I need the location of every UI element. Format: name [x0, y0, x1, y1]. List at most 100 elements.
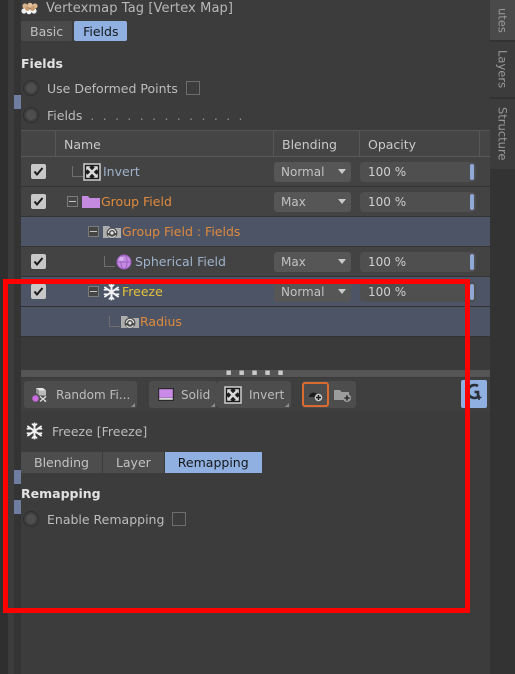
- opacity-value: 100 %: [368, 284, 407, 299]
- opacity-slider-marker[interactable]: [470, 283, 474, 300]
- solid-layer-button[interactable]: Solid: [149, 381, 217, 408]
- tab-layer[interactable]: Layer: [102, 452, 164, 473]
- row-extra-cell: [480, 217, 490, 247]
- chevron-down-icon: [338, 289, 346, 294]
- solid-layer-label: Solid: [181, 387, 211, 402]
- layer-enabled-checkbox[interactable]: [31, 284, 46, 299]
- layer-enabled-checkbox[interactable]: [31, 164, 46, 179]
- option-label: Use Deformed Points: [47, 80, 178, 96]
- layer-name: Invert: [103, 164, 140, 179]
- option-use-deformed-points[interactable]: Use Deformed Points: [23, 80, 200, 96]
- enable-remapping-checkbox[interactable]: [172, 512, 187, 526]
- row-blending-cell[interactable]: Normal: [274, 157, 360, 187]
- row-opacity-cell[interactable]: 100 %: [360, 247, 480, 277]
- right-tab-rail: utes Layers Structure: [490, 0, 515, 674]
- row-name-cell[interactable]: Group Field : Fields: [56, 217, 274, 247]
- chevron-down-icon: [338, 199, 346, 204]
- scrollbar-marker-3[interactable]: [14, 500, 21, 514]
- row-name-cell[interactable]: Freeze: [56, 277, 274, 307]
- opacity-field[interactable]: 100 %: [360, 191, 476, 212]
- vertexmap-tag-icon: [21, 1, 41, 15]
- scrollbar-marker-1[interactable]: [14, 95, 21, 109]
- collapse-expander[interactable]: [88, 226, 99, 237]
- add-layer-button[interactable]: [302, 382, 329, 407]
- table-row[interactable]: Group Field : Fields: [21, 217, 490, 247]
- row-name-cell[interactable]: Spherical Field: [56, 247, 274, 277]
- row-blending-cell: [274, 217, 360, 247]
- opacity-slider-marker[interactable]: [470, 193, 474, 210]
- layer-name: Freeze: [122, 284, 163, 299]
- opacity-slider-marker[interactable]: [470, 163, 474, 180]
- row-enable-cell[interactable]: [21, 187, 56, 217]
- group-add-button[interactable]: [461, 380, 487, 408]
- row-opacity-cell[interactable]: 100 %: [360, 187, 480, 217]
- button-submenu-corner-icon[interactable]: [131, 403, 136, 407]
- layer-name: Spherical Field: [135, 254, 226, 269]
- row-blending-cell[interactable]: Normal: [274, 277, 360, 307]
- table-row[interactable]: Freeze Normal 100 %: [21, 277, 490, 307]
- rail-tab-attributes[interactable]: utes: [490, 0, 515, 40]
- row-blending-cell: [274, 307, 360, 337]
- collapse-expander[interactable]: [88, 286, 99, 297]
- col-header-name[interactable]: Name: [56, 131, 274, 157]
- animation-track-dot-icon[interactable]: [23, 80, 39, 96]
- row-blending-cell[interactable]: Max: [274, 247, 360, 277]
- opacity-field[interactable]: 100 %: [360, 251, 476, 272]
- blending-mode-dropdown[interactable]: Max: [274, 251, 351, 272]
- option-label: Enable Remapping: [47, 511, 165, 527]
- table-row[interactable]: Group Field Max 100 %: [21, 187, 490, 217]
- panel-splitter[interactable]: ▪ ▪ ▪ ▪ ▪: [21, 369, 490, 378]
- col-header-opacity[interactable]: Opacity: [360, 131, 480, 157]
- row-name-cell[interactable]: Radius: [56, 307, 274, 337]
- table-row[interactable]: Spherical Field Max 100 %: [21, 247, 490, 277]
- animation-track-dot-icon[interactable]: [23, 107, 39, 123]
- blending-mode-dropdown[interactable]: Max: [274, 191, 351, 212]
- tab-remapping[interactable]: Remapping: [164, 452, 262, 473]
- tag-title-bar: Vertexmap Tag [Vertex Map]: [21, 0, 233, 16]
- row-name-cell[interactable]: Invert: [56, 157, 274, 187]
- tab-fields[interactable]: Fields: [74, 21, 128, 41]
- blending-mode-dropdown[interactable]: Normal: [274, 161, 351, 182]
- button-submenu-corner-icon[interactable]: [285, 403, 290, 407]
- layer-enabled-checkbox[interactable]: [31, 194, 46, 209]
- chevron-down-icon: [338, 259, 346, 264]
- row-opacity-cell[interactable]: 100 %: [360, 157, 480, 187]
- add-group-button[interactable]: [329, 382, 356, 407]
- row-enable-cell[interactable]: [21, 277, 56, 307]
- option-enable-remapping[interactable]: Enable Remapping: [23, 511, 187, 527]
- animation-track-dot-icon[interactable]: [23, 511, 39, 527]
- use-deformed-points-checkbox[interactable]: [185, 81, 200, 95]
- random-field-button[interactable]: Random Fi...: [24, 381, 137, 408]
- invert-icon: [83, 162, 103, 181]
- blending-mode-dropdown[interactable]: Normal: [274, 281, 351, 302]
- freeze-icon: [25, 422, 45, 440]
- row-opacity-cell[interactable]: 100 %: [360, 277, 480, 307]
- col-header-enable[interactable]: [21, 131, 56, 157]
- fields-link-dots: . . . . . . . . . . . . .: [90, 107, 245, 123]
- row-enable-cell[interactable]: [21, 247, 56, 277]
- tree-connector: [104, 256, 115, 267]
- rail-tab-structure[interactable]: Structure: [490, 99, 515, 169]
- button-submenu-corner-icon[interactable]: [211, 403, 216, 407]
- scrollbar-marker-2[interactable]: [14, 470, 21, 484]
- table-row[interactable]: Invert Normal 100 %: [21, 157, 490, 187]
- row-enable-cell[interactable]: [21, 157, 56, 187]
- option-fields[interactable]: Fields . . . . . . . . . . . . .: [23, 107, 245, 123]
- tab-blending[interactable]: Blending: [21, 452, 102, 473]
- table-row[interactable]: Radius: [21, 307, 490, 337]
- field-folder-icon: [120, 313, 140, 331]
- row-blending-cell[interactable]: Max: [274, 187, 360, 217]
- opacity-field[interactable]: 100 %: [360, 281, 476, 302]
- tab-basic[interactable]: Basic: [21, 21, 73, 41]
- row-extra-cell: [480, 187, 490, 217]
- row-name-cell[interactable]: Group Field: [56, 187, 274, 217]
- layer-enabled-checkbox[interactable]: [31, 254, 46, 269]
- col-header-blending[interactable]: Blending: [274, 131, 360, 157]
- invert-layer-button[interactable]: Invert: [217, 381, 291, 408]
- row-enable-cell: [21, 217, 56, 247]
- collapse-expander[interactable]: [67, 196, 78, 207]
- blending-mode-value: Normal: [281, 164, 325, 179]
- opacity-slider-marker[interactable]: [470, 253, 474, 270]
- opacity-field[interactable]: 100 %: [360, 161, 476, 182]
- rail-tab-layers[interactable]: Layers: [490, 42, 515, 97]
